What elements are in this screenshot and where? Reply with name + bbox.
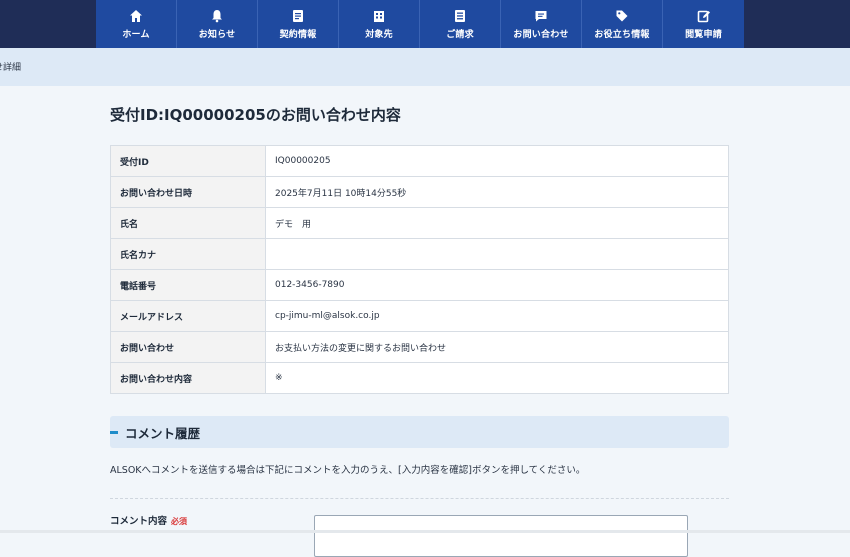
row-value: IQ00000205 (265, 145, 729, 177)
nav-item-view-request[interactable]: 閲覧申請 (663, 0, 744, 48)
row-value (265, 238, 729, 270)
table-row: メールアドレス cp-jimu-ml@alsok.co.jp (110, 300, 729, 332)
table-row: 受付ID IQ00000205 (110, 145, 729, 177)
nav-label: 閲覧申請 (685, 29, 722, 40)
row-value: 2025年7月11日 10時14分55秒 (265, 176, 729, 208)
table-row: 氏名 デモ 用 (110, 207, 729, 239)
message-icon (535, 10, 547, 21)
nav-item-billing[interactable]: ご請求 (420, 0, 501, 48)
comment-textarea[interactable] (314, 515, 688, 557)
table-row: お問い合わせ内容 ※ (110, 362, 729, 394)
table-row: お問い合わせ日時 2025年7月11日 10時14分55秒 (110, 176, 729, 208)
nav-item-notices[interactable]: お知らせ (177, 0, 258, 48)
comment-history-header: コメント履歴 (110, 416, 729, 448)
section-accent-bar (110, 430, 118, 434)
invoice-icon (455, 9, 465, 22)
breadcrumb-current: せ詳細 (0, 63, 22, 73)
nav-item-targets[interactable]: 対象先 (339, 0, 420, 48)
top-header: ホーム お知らせ 契約情報 対象先 ご請求 お問い合わせ お役立ち情報 閲覧申請 (0, 0, 850, 48)
comment-instructions: ALSOKへコメントを送信する場合は下記にコメントを入力のうえ、[入力内容を確認… (110, 465, 586, 476)
comment-input-row: コメント内容 必須 (110, 499, 729, 557)
row-label: メールアドレス (110, 300, 266, 332)
row-value: cp-jimu-ml@alsok.co.jp (265, 300, 729, 332)
section-title: コメント履歴 (125, 425, 201, 441)
row-label: 受付ID (110, 145, 266, 177)
table-row: 氏名カナ (110, 238, 729, 270)
row-label: お問い合わせ内容 (110, 362, 266, 394)
main-nav: ホーム お知らせ 契約情報 対象先 ご請求 お問い合わせ お役立ち情報 閲覧申請 (96, 0, 744, 48)
nav-item-inquiry[interactable]: お問い合わせ (501, 0, 582, 48)
nav-label: 対象先 (365, 29, 393, 40)
nav-label: ご請求 (446, 29, 474, 40)
contract-icon (293, 9, 303, 22)
nav-label: 契約情報 (279, 29, 317, 40)
nav-label: お問い合わせ (513, 29, 569, 40)
nav-item-contract[interactable]: 契約情報 (258, 0, 339, 48)
row-value: お支払い方法の変更に関するお問い合わせ (265, 331, 729, 363)
home-icon (130, 9, 142, 22)
building-icon (374, 10, 384, 22)
page-title: 受付ID:IQ00000205のお問い合わせ内容 (110, 106, 401, 124)
edit-icon (697, 10, 710, 22)
row-label: 電話番号 (110, 269, 266, 301)
row-label: 氏名カナ (110, 238, 266, 270)
table-row: お問い合わせ お支払い方法の変更に関するお問い合わせ (110, 331, 729, 363)
table-row: 電話番号 012-3456-7890 (110, 269, 729, 301)
tag-icon (616, 10, 628, 21)
nav-item-useful-info[interactable]: お役立ち情報 (582, 0, 663, 48)
row-value: 012-3456-7890 (265, 269, 729, 301)
bell-icon (212, 9, 222, 22)
inquiry-details-table: 受付ID IQ00000205 お問い合わせ日時 2025年7月11日 10時1… (110, 145, 729, 394)
required-badge: 必須 (171, 517, 188, 526)
comment-field-label-text: コメント内容 (110, 516, 168, 527)
nav-label: お役立ち情報 (594, 29, 650, 40)
row-value: デモ 用 (265, 207, 729, 239)
row-label: お問い合わせ (110, 331, 266, 363)
row-value: ※ (265, 362, 729, 394)
row-label: お問い合わせ日時 (110, 176, 266, 208)
nav-label: ホーム (122, 29, 150, 40)
row-label: 氏名 (110, 207, 266, 239)
main-content: 受付ID:IQ00000205のお問い合わせ内容 受付ID IQ00000205… (110, 86, 729, 557)
breadcrumb-bar: せ詳細 (0, 48, 850, 86)
nav-label: お知らせ (198, 29, 236, 40)
comment-field-label: コメント内容 必須 (110, 513, 187, 527)
nav-item-home[interactable]: ホーム (96, 0, 177, 48)
